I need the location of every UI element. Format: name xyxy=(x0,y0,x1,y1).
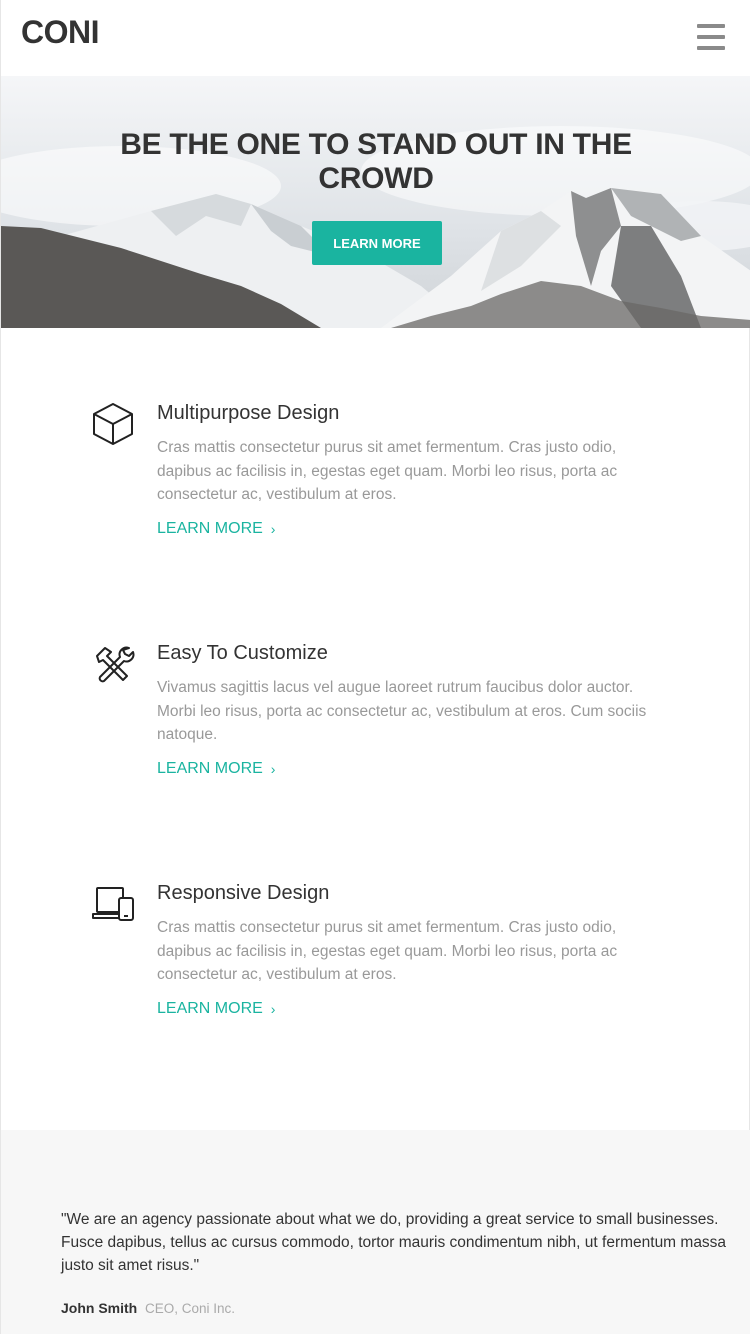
tools-icon xyxy=(96,646,135,683)
learn-more-label: LEARN MORE xyxy=(157,520,263,537)
learn-more-label: LEARN MORE xyxy=(157,1000,263,1017)
hero-learn-more-button[interactable]: LEARN MORE xyxy=(312,221,442,265)
site-header: CONI xyxy=(1,0,750,76)
feature-description: Vivamus sagittis lacus vel augue laoreet… xyxy=(157,679,647,743)
testimonial-section: "We are an agency passionate about what … xyxy=(1,1130,750,1334)
cube-icon xyxy=(93,403,133,445)
feature-description: Cras mattis consectetur purus sit amet f… xyxy=(157,919,618,983)
chevron-right-icon: › xyxy=(270,521,276,537)
learn-more-link[interactable]: LEARN MORE › xyxy=(157,1000,275,1018)
mountain-background-image xyxy=(1,126,750,328)
testimonial-author: John Smith xyxy=(61,1300,138,1316)
feature-title: Multipurpose Design xyxy=(157,402,340,424)
testimonial-quote: "We are an agency passionate about what … xyxy=(61,1211,727,1274)
testimonial-role: CEO, Coni Inc. xyxy=(145,1301,236,1316)
hero-title: BE THE ONE TO STAND OUT IN THE CROWD xyxy=(120,128,632,195)
chevron-right-icon: › xyxy=(270,1001,276,1017)
hero-banner: BE THE ONE TO STAND OUT IN THE CROWD LEA… xyxy=(1,76,750,328)
chevron-right-icon: › xyxy=(270,761,276,777)
logo[interactable]: CONI xyxy=(21,14,100,51)
feature-description: Cras mattis consectetur purus sit amet f… xyxy=(157,439,618,503)
learn-more-label: LEARN MORE xyxy=(157,760,263,777)
devices-icon xyxy=(92,887,134,921)
feature-title: Responsive Design xyxy=(157,882,330,904)
learn-more-link[interactable]: LEARN MORE › xyxy=(157,520,275,538)
learn-more-link[interactable]: LEARN MORE › xyxy=(157,760,275,778)
hamburger-icon[interactable] xyxy=(697,24,725,50)
feature-title: Easy To Customize xyxy=(157,642,328,664)
